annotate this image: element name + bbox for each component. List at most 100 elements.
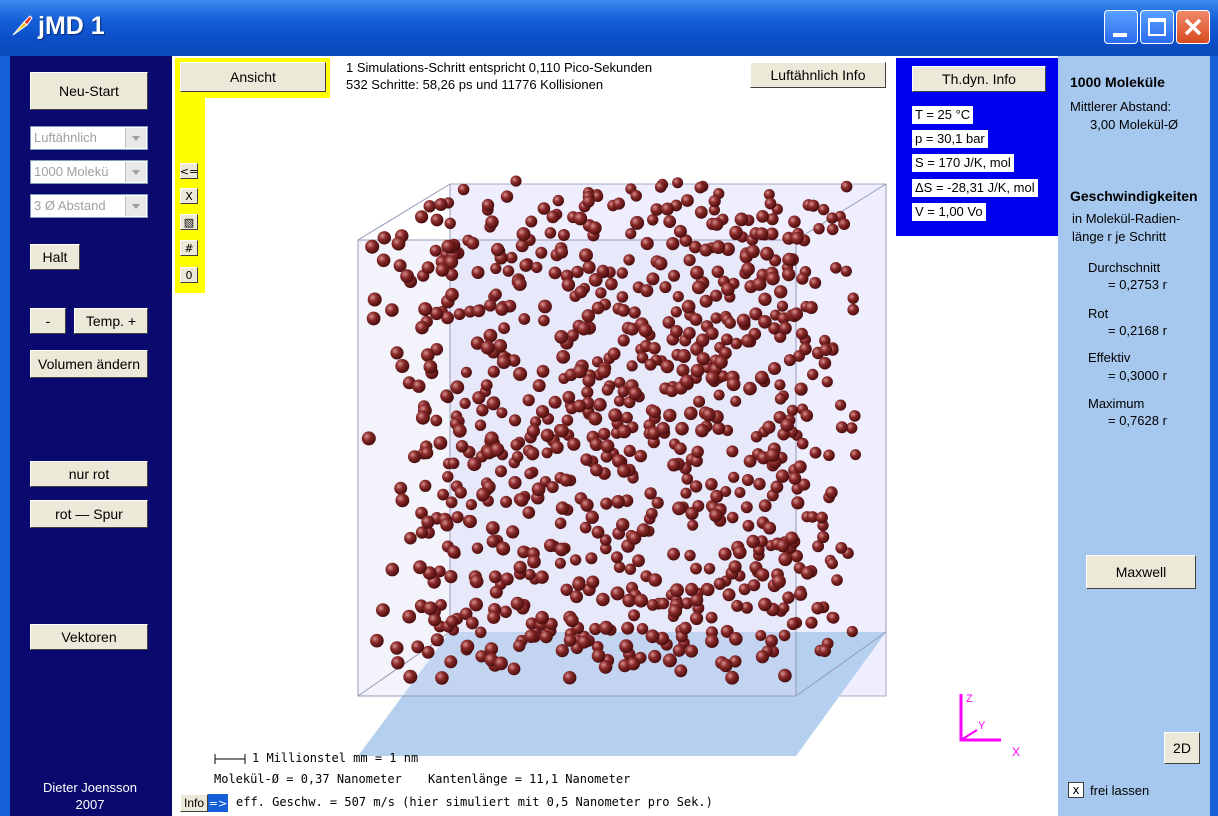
molecule [809,446,822,459]
molecule [778,602,790,614]
minimize-button[interactable] [1104,10,1138,44]
molecule [572,577,586,591]
molecule [582,195,595,208]
molecule [765,634,778,648]
molecule [610,586,625,601]
molecule [694,205,708,219]
speeds-subtitle-1: in Molekül-Radien- [1072,211,1181,226]
toggle-2d-button[interactable]: 2D [1164,732,1200,764]
molecule [755,568,770,582]
molecule [511,451,524,463]
molecule [588,411,603,426]
molecule [513,560,527,574]
molecule [538,314,550,327]
molecule [690,265,704,280]
molecule [532,379,546,393]
molecule [454,486,467,499]
molecule [667,458,681,472]
molecule [657,597,670,610]
molecule [415,410,430,425]
molecule [835,542,848,554]
author-year: 2007 [75,797,105,812]
molecule [555,424,569,438]
molecule [683,254,696,267]
molecule [600,497,613,510]
molecule [370,633,384,648]
molecule [634,593,648,608]
molecule [526,424,540,438]
molecule [795,327,808,340]
red-trace-button[interactable]: rot — Spur [30,500,148,528]
temp-plus-button[interactable]: Temp. + [74,308,148,334]
temp-minus-button[interactable]: - [30,308,66,334]
halt-button[interactable]: Halt [30,244,80,270]
molecule [758,292,772,306]
close-button[interactable] [1176,10,1210,44]
molecule [754,370,769,385]
molecule [755,227,769,241]
molecule [644,358,657,371]
molecule [684,549,696,562]
maximize-button[interactable] [1140,10,1174,44]
molecule [522,506,536,519]
molecule [668,269,680,282]
molecule [778,552,793,567]
molecule [481,198,495,212]
molecule [826,212,838,224]
molecule [586,575,600,589]
molecule [485,521,500,535]
molecule [610,551,623,564]
molecule [691,280,706,295]
molecule [733,545,747,560]
info-arrow-button[interactable]: => [208,794,228,812]
molecule [711,265,724,278]
molecule [826,557,838,570]
molecule [595,287,607,299]
vectors-button[interactable]: Vektoren [30,624,148,650]
molecule [645,629,660,644]
gas-select[interactable]: Luftähnlich [30,126,148,150]
molecule [445,287,459,302]
molecule [518,313,531,325]
volume-change-button[interactable]: Volumen ändern [30,350,148,378]
molecule [465,616,479,630]
molecule [702,407,716,422]
molecule [712,421,726,435]
scale-text: 1 Millionstel mm = 1 nm [252,751,419,765]
free-checkbox[interactable]: x [1068,782,1084,798]
molecule [625,228,637,240]
molecule [484,299,497,312]
molecule [805,616,818,629]
restart-button[interactable]: Neu-Start [30,72,148,110]
molecule [734,487,746,498]
molecule [673,224,687,238]
only-red-button[interactable]: nur rot [30,461,148,487]
molecule [596,592,610,607]
molecule [838,218,851,231]
molecule [524,629,538,643]
molecule [815,511,828,524]
molecule [376,603,390,617]
molecule [800,409,814,422]
molecule [778,668,792,683]
molecule [734,212,749,227]
molecule [685,506,699,520]
max-speed-label: Maximum [1088,396,1145,411]
molecule [539,630,553,644]
molecule [605,277,618,291]
molecule [689,313,703,326]
molecule [522,394,535,407]
maxwell-button[interactable]: Maxwell [1086,555,1196,589]
molecule [768,362,781,375]
distance-select[interactable]: 3 Ø Abstand [30,194,148,218]
molecule [496,541,511,556]
molecule [469,574,484,589]
molecule [455,440,469,453]
molecules-select[interactable]: 1000 Molekü [30,160,148,184]
molecule [818,644,831,658]
molecule [710,489,724,503]
molecule [435,671,449,685]
molecule [690,562,702,575]
molecule [807,368,819,381]
info-button[interactable]: Info [180,794,208,812]
